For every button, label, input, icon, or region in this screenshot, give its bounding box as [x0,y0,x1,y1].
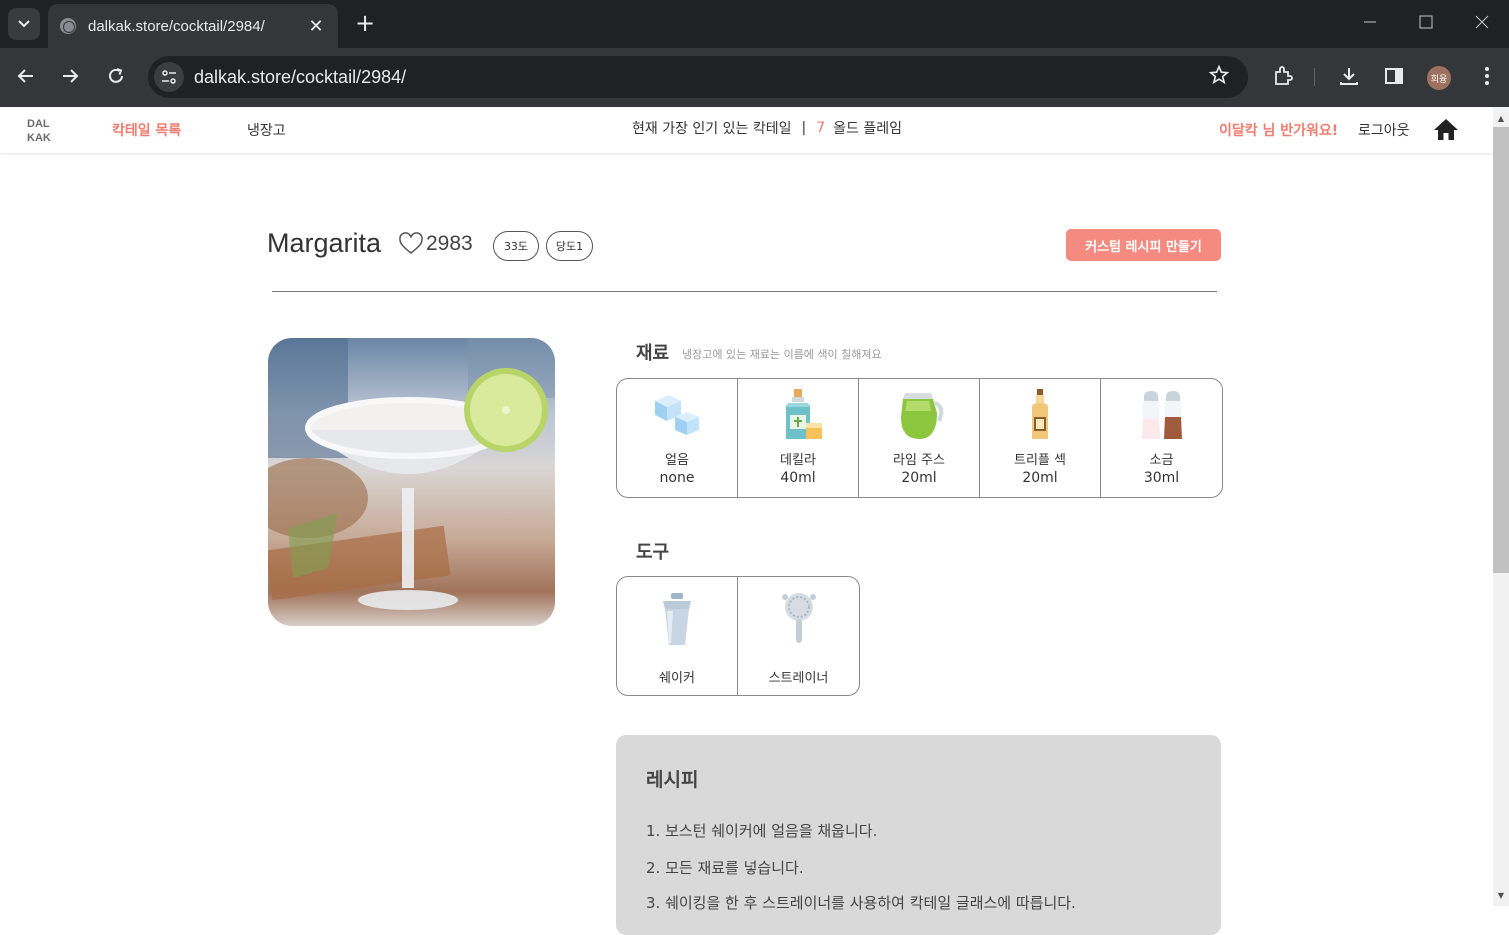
scroll-up-icon[interactable]: ▲ [1493,111,1509,127]
lime-juice-icon [901,393,944,439]
toolbar-separator [1314,68,1315,86]
triple-sec-icon [1032,389,1048,439]
strainer-icon [781,593,816,643]
side-panel-icon[interactable] [1380,62,1408,90]
ingredient-card[interactable]: 라임 주스 20ml [859,379,980,497]
extensions-icon[interactable] [1269,62,1297,90]
tool-name: 쉐이커 [659,671,695,686]
ingredient-amount: 20ml [1022,470,1058,486]
scroll-down-icon[interactable]: ▼ [1493,888,1509,904]
tools-title: 도구 [636,542,670,563]
address-bar[interactable]: dalkak.store/cocktail/2984/ [148,56,1248,98]
logo-line-2: KAK [27,132,51,144]
ingredient-name: 라임 주스 [893,453,945,468]
ingredients-grid: 얼음 none 데킬라 40ml 라임 주스 20ml 트리플 섹 20ml 소… [616,378,1223,498]
recipe-title: 레시피 [646,769,699,791]
site-logo[interactable]: DAL KAK [27,117,51,145]
browser-tab-bar: dalkak.store/cocktail/2984/ ✕ + [0,0,1509,48]
heart-icon[interactable] [398,232,424,256]
site-header: DAL KAK 칵테일 목록 냉장고 현재 가장 인기 있는 칵테일 | 7 올… [0,107,1493,153]
forward-icon[interactable] [56,62,84,90]
close-window-icon[interactable] [1470,12,1494,36]
ingredient-amount: 30ml [1143,470,1180,486]
ingredient-card[interactable]: 소금 30ml [1101,379,1222,497]
ingredient-name: 얼음 [665,453,689,468]
nav-cocktail-list[interactable]: 칵테일 목록 [112,120,181,140]
tab-search-button[interactable] [8,8,40,40]
title-divider [272,291,1217,292]
shaker-icon [663,593,691,645]
globe-icon [60,18,76,34]
tab-close-button[interactable]: ✕ [306,16,326,37]
ingredient-name: 데킬라 [780,453,816,468]
recipe-step: 3. 쉐이킹을 한 후 스트레이너를 사용하여 칵테일 글래스에 따릅니다. [646,894,1076,912]
logo-line-1: DAL [27,118,50,130]
tool-card[interactable]: 쉐이커 [617,577,738,695]
sugar-badge: 당도1 [546,231,593,261]
abv-badge: 33도 [493,231,539,261]
maximize-icon[interactable] [1414,12,1438,36]
ice-icon [655,395,699,435]
popular-cocktail-ticker[interactable]: 현재 가장 인기 있는 칵테일 | 7 올드 플레임 [632,118,902,138]
ingredient-amount: none [659,470,695,486]
ingredient-name: 소금 [1149,453,1174,468]
browser-tab[interactable]: dalkak.store/cocktail/2984/ ✕ [48,4,338,48]
download-icon[interactable] [1335,62,1363,90]
recipe-step: 2. 모든 재료를 넣습니다. [646,859,804,877]
recipe-step: 1. 보스턴 쉐이커에 얼음을 채웁니다. [646,822,878,840]
cocktail-photo [268,338,555,626]
minimize-icon[interactable] [1358,12,1382,36]
popular-cocktail-name: 올드 플레임 [833,121,902,137]
site-settings-icon[interactable] [154,62,184,92]
ingredients-title: 재료 [636,343,670,364]
custom-recipe-button[interactable]: 커스텀 레시피 만들기 [1066,229,1221,261]
logout-link[interactable]: 로그아웃 [1358,120,1410,140]
popular-separator: | [801,120,807,136]
like-count: 2983 [426,232,473,255]
ingredient-name: 트리플 섹 [1014,453,1066,468]
profile-avatar[interactable]: 희융 [1427,66,1451,90]
user-greeting: 이달칵 님 반가워요! [1219,123,1339,139]
tequila-icon [786,389,822,439]
ingredient-amount: 40ml [780,470,816,486]
ingredient-card[interactable]: 얼음 none [617,379,738,497]
more-menu-icon[interactable] [1473,62,1501,90]
scrollbar-thumb[interactable] [1493,127,1509,573]
back-icon[interactable] [12,62,40,90]
cocktail-name: Margarita [267,228,382,258]
popular-label: 현재 가장 인기 있는 칵테일 [632,121,792,137]
salt-icon [1141,391,1182,439]
tab-title: dalkak.store/cocktail/2984/ [88,17,265,35]
browser-toolbar: dalkak.store/cocktail/2984/ [0,48,1509,107]
like-button[interactable]: 2983 [398,232,473,256]
chevron-down-icon [18,20,30,28]
home-icon[interactable] [1433,117,1459,141]
reload-icon[interactable] [102,62,130,90]
new-tab-button[interactable]: + [352,10,378,36]
tool-card[interactable]: 스트레이너 [738,577,859,695]
tool-name: 스트레이너 [768,671,829,686]
ingredient-amount: 20ml [901,470,937,486]
ingredients-hint: 냉장고에 있는 재료는 이름에 색이 칠해져요 [682,348,882,361]
recipe-box: 레시피 1. 보스턴 쉐이커에 얼음을 채웁니다. 2. 모든 재료를 넣습니다… [616,735,1221,935]
popular-rank: 7 [816,120,826,136]
ingredient-card[interactable]: 트리플 섹 20ml [980,379,1101,497]
ingredient-card[interactable]: 데킬라 40ml [738,379,859,497]
tools-grid: 쉐이커 스트레이너 [616,576,860,696]
url-text: dalkak.store/cocktail/2984/ [194,66,407,87]
bookmark-star-icon[interactable] [1208,64,1230,91]
nav-fridge[interactable]: 냉장고 [247,120,286,140]
